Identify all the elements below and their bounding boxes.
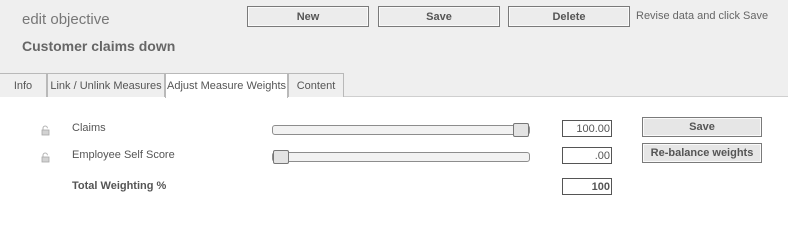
weight-input-claims[interactable] (562, 120, 612, 137)
tab-adjust-measure-weights[interactable]: Adjust Measure Weights (165, 73, 288, 98)
rebalance-weights-button[interactable]: Re-balance weights (642, 143, 762, 163)
total-weighting-label: Total Weighting % (72, 180, 167, 192)
weight-slider-employee-self-score[interactable] (272, 150, 530, 164)
page-kicker: edit objective (22, 11, 110, 28)
slider-thumb[interactable] (513, 123, 529, 137)
lock-icon[interactable] (40, 123, 51, 136)
status-hint: Revise data and click Save (636, 10, 769, 22)
save-weights-button[interactable]: Save (642, 117, 762, 137)
tab-content[interactable]: Content (288, 73, 344, 97)
tab-info[interactable]: Info (0, 73, 47, 97)
total-weighting-value (562, 178, 612, 195)
tab-divider (344, 96, 788, 97)
lock-icon[interactable] (40, 150, 51, 163)
objective-header: edit objective Customer claims down New … (0, 0, 788, 98)
save-button[interactable]: Save (378, 6, 500, 27)
objective-title: Customer claims down (22, 38, 176, 54)
weight-input-employee-self-score[interactable] (562, 147, 612, 164)
tab-link-unlink-measures[interactable]: Link / Unlink Measures (47, 73, 165, 97)
new-button[interactable]: New (247, 6, 369, 27)
slider-thumb[interactable] (273, 150, 289, 164)
measure-label-claims: Claims (72, 122, 106, 134)
weight-slider-claims[interactable] (272, 123, 530, 137)
tab-bar: Info Link / Unlink Measures Adjust Measu… (0, 73, 788, 98)
delete-button[interactable]: Delete (508, 6, 630, 27)
measure-label-employee-self-score: Employee Self Score (72, 149, 175, 161)
